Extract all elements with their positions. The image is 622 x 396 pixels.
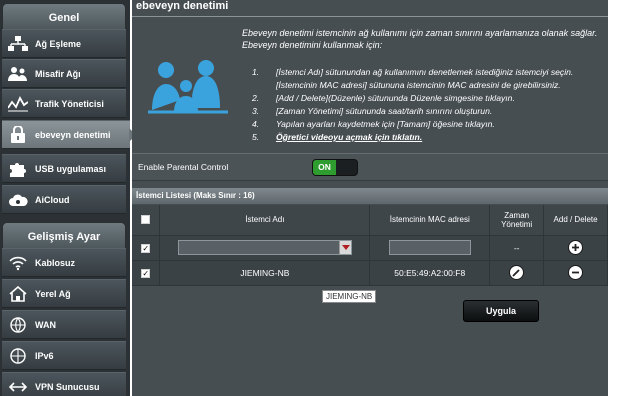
sidebar-general-header: Genel bbox=[2, 3, 126, 31]
new-row-time-placeholder: -- bbox=[489, 235, 545, 261]
sidebar-item-ipv6[interactable]: IPv6 bbox=[2, 341, 126, 370]
table-row: ✓ JIEMING-NB 50:E5:49:A2:00:F8 bbox=[132, 260, 608, 286]
sidebar-item-label: Trafik Yöneticisi bbox=[35, 98, 104, 109]
sidebar-item-vpn-server[interactable]: VPN Sunucusu bbox=[2, 372, 126, 396]
sidebar-item-aicloud[interactable]: AiCloud bbox=[2, 185, 126, 214]
client-table: İstemci Adı İstemcinin MAC adresi Zaman … bbox=[132, 205, 608, 286]
tutorial-video-link[interactable]: Öğretici videoyu açmak için tıklatın. bbox=[264, 131, 422, 144]
main-panel: ebeveyn denetimi Ebeveyn denetimi istemc… bbox=[132, 0, 608, 396]
sidebar-item-lan[interactable]: Yerel Ağ bbox=[2, 279, 126, 308]
client-list-header: İstemci Listesi (Maks Sınır : 16) bbox=[132, 188, 608, 204]
sidebar-item-parental-control[interactable]: ebeveyn denetimi bbox=[2, 120, 136, 149]
home-icon bbox=[7, 285, 29, 303]
step-item: 1. [İstemci Adı] sütunundan ağ kullanımın… bbox=[252, 67, 574, 90]
column-header-time-management: Zaman Yönetimi bbox=[489, 205, 545, 236]
client-mac-cell: 50:E5:49:A2:00:F8 bbox=[369, 260, 491, 286]
globe-icon bbox=[7, 316, 29, 334]
select-all-cell bbox=[132, 205, 161, 236]
new-row-checkbox[interactable]: ✓ bbox=[141, 243, 151, 253]
instruction-steps: 1. [İstemci Adı] sütunundan ağ kullanımın… bbox=[252, 66, 602, 144]
vpn-icon bbox=[7, 378, 29, 396]
sidebar-item-usb-application[interactable]: USB uygulaması bbox=[2, 154, 126, 183]
tooltip: JIEMING-NB bbox=[322, 290, 377, 303]
sidebar: Genel Ağ Eşleme Misafir Ağı Trafik Yönet… bbox=[0, 0, 136, 396]
step-item: 4. Yapılan ayarları kaydetmek için [Tamam… bbox=[252, 119, 495, 129]
wireless-icon bbox=[7, 254, 29, 272]
client-name-cell: JIEMING-NB bbox=[159, 260, 371, 286]
step-item: 3. [Zaman Yönetimi] sütununda saat/tarih … bbox=[252, 106, 493, 116]
network-map-icon bbox=[7, 35, 29, 53]
page-title: ebeveyn denetimi bbox=[136, 0, 229, 12]
sidebar-item-label: Ağ Eşleme bbox=[35, 38, 82, 49]
traffic-manager-icon bbox=[7, 95, 29, 113]
sidebar-item-traffic-manager[interactable]: Trafik Yöneticisi bbox=[2, 89, 126, 118]
sidebar-item-label: WAN bbox=[35, 319, 56, 330]
client-row-checkbox[interactable]: ✓ bbox=[141, 268, 151, 278]
sidebar-item-label: IPv6 bbox=[35, 350, 54, 361]
lock-icon bbox=[7, 125, 29, 144]
column-header-add-delete: Add / Delete bbox=[543, 205, 608, 236]
title-divider bbox=[132, 16, 608, 17]
sidebar-item-label: VPN Sunucusu bbox=[35, 381, 100, 392]
sidebar-item-guest-network[interactable]: Misafir Ağı bbox=[2, 59, 126, 88]
page-edge bbox=[608, 0, 622, 396]
sidebar-item-label: Yerel Ağ bbox=[35, 288, 71, 299]
parental-control-toggle[interactable]: ON bbox=[312, 159, 358, 176]
column-header-mac: İstemcinin MAC adresi bbox=[369, 205, 491, 236]
enable-parental-control-label: Enable Parental Control bbox=[138, 162, 229, 172]
column-header-client-name: İstemci Adı bbox=[159, 205, 371, 236]
sidebar-item-label: Kablosuz bbox=[35, 257, 76, 268]
chevron-down-icon[interactable] bbox=[338, 241, 351, 254]
select-all-checkbox[interactable] bbox=[141, 215, 151, 225]
description-text: Ebeveyn denetimi istemcinin ağ kullanımı… bbox=[242, 28, 598, 50]
sidebar-item-wireless[interactable]: Kablosuz bbox=[2, 248, 126, 277]
sidebar-item-label: ebeveyn denetimi bbox=[35, 129, 111, 140]
mac-address-input[interactable] bbox=[388, 240, 471, 255]
cloud-icon bbox=[7, 191, 29, 209]
new-client-row: ✓ -- bbox=[132, 235, 608, 261]
sidebar-advanced-header: Gelişmiş Ayar bbox=[2, 222, 126, 250]
toggle-on-label: ON bbox=[313, 160, 336, 175]
sidebar-item-label: Misafir Ağı bbox=[35, 68, 81, 79]
delete-icon[interactable] bbox=[568, 265, 584, 280]
guest-network-icon bbox=[7, 65, 29, 83]
ipv6-globe-icon bbox=[7, 347, 29, 365]
sidebar-item-wan[interactable]: WAN bbox=[2, 310, 126, 339]
step-item: 5. Öğretici videoyu açmak için tıklatın. bbox=[252, 131, 423, 144]
step-item: 2. [Add / Delete](Düzenle) sütununda Düze… bbox=[252, 93, 515, 103]
sidebar-item-label: AiCloud bbox=[35, 194, 70, 205]
client-name-select[interactable] bbox=[177, 240, 352, 255]
enable-parental-control-row: Enable Parental Control ON bbox=[132, 153, 608, 181]
apply-button[interactable]: Uygula bbox=[463, 300, 539, 322]
edit-pencil-icon[interactable] bbox=[509, 265, 525, 280]
family-icon bbox=[148, 60, 230, 121]
sidebar-item-label: USB uygulaması bbox=[35, 163, 107, 174]
add-icon[interactable] bbox=[568, 240, 584, 255]
puzzle-icon bbox=[7, 160, 29, 178]
sidebar-item-network-map[interactable]: Ağ Eşleme bbox=[2, 29, 126, 58]
